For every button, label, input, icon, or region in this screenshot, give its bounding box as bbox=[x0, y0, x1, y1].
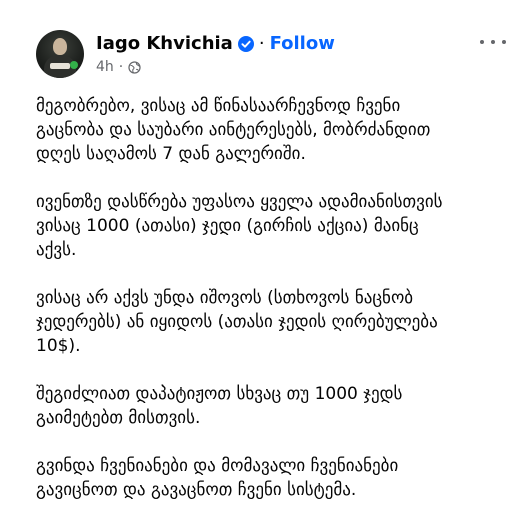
post-paragraph: გვინდა ჩვენიანები და მომავალი ჩვენიანები… bbox=[36, 456, 399, 500]
more-dot bbox=[480, 40, 484, 44]
post-header: Iago Khvichia · Follow 4h · bbox=[36, 30, 506, 80]
more-dot bbox=[502, 40, 506, 44]
avatar-badge bbox=[50, 63, 70, 69]
post-meta: 4h · bbox=[96, 59, 141, 75]
more-options-icon[interactable] bbox=[480, 36, 506, 48]
avatar-status-dot bbox=[70, 61, 78, 69]
more-dot bbox=[491, 40, 495, 44]
verified-badge-icon bbox=[237, 35, 254, 52]
globe-icon[interactable] bbox=[128, 60, 141, 74]
author-row: Iago Khvichia · Follow bbox=[96, 33, 335, 54]
meta-separator: · bbox=[118, 59, 124, 75]
post-body: მეგობრებო, ვისაც ამ წინასაარჩევნოდ ჩვენი… bbox=[36, 94, 506, 526]
post-paragraph: ივენთზე დასწრება უფასოა ყველა ადამიანისთ… bbox=[36, 192, 443, 260]
follow-button[interactable]: Follow bbox=[270, 33, 335, 54]
avatar-head bbox=[53, 38, 67, 55]
post-paragraph: მეგობრებო, ვისაც ამ წინასაარჩევნოდ ჩვენი… bbox=[36, 96, 431, 164]
post-paragraph: შეგიძლიათ დაპატიჟოთ სხვაც თუ 1000 ჯედს გ… bbox=[36, 384, 403, 428]
post-paragraph: ვისაც არ აქვს უნდა იშოვოს (სთხოვოს ნაცნო… bbox=[36, 288, 438, 356]
author-avatar[interactable] bbox=[36, 30, 84, 78]
author-name[interactable]: Iago Khvichia bbox=[96, 33, 233, 54]
post-timestamp[interactable]: 4h bbox=[96, 59, 114, 75]
name-follow-separator: · bbox=[258, 33, 265, 54]
facebook-post: Iago Khvichia · Follow 4h · მეგობრებო, ვ… bbox=[0, 0, 526, 515]
